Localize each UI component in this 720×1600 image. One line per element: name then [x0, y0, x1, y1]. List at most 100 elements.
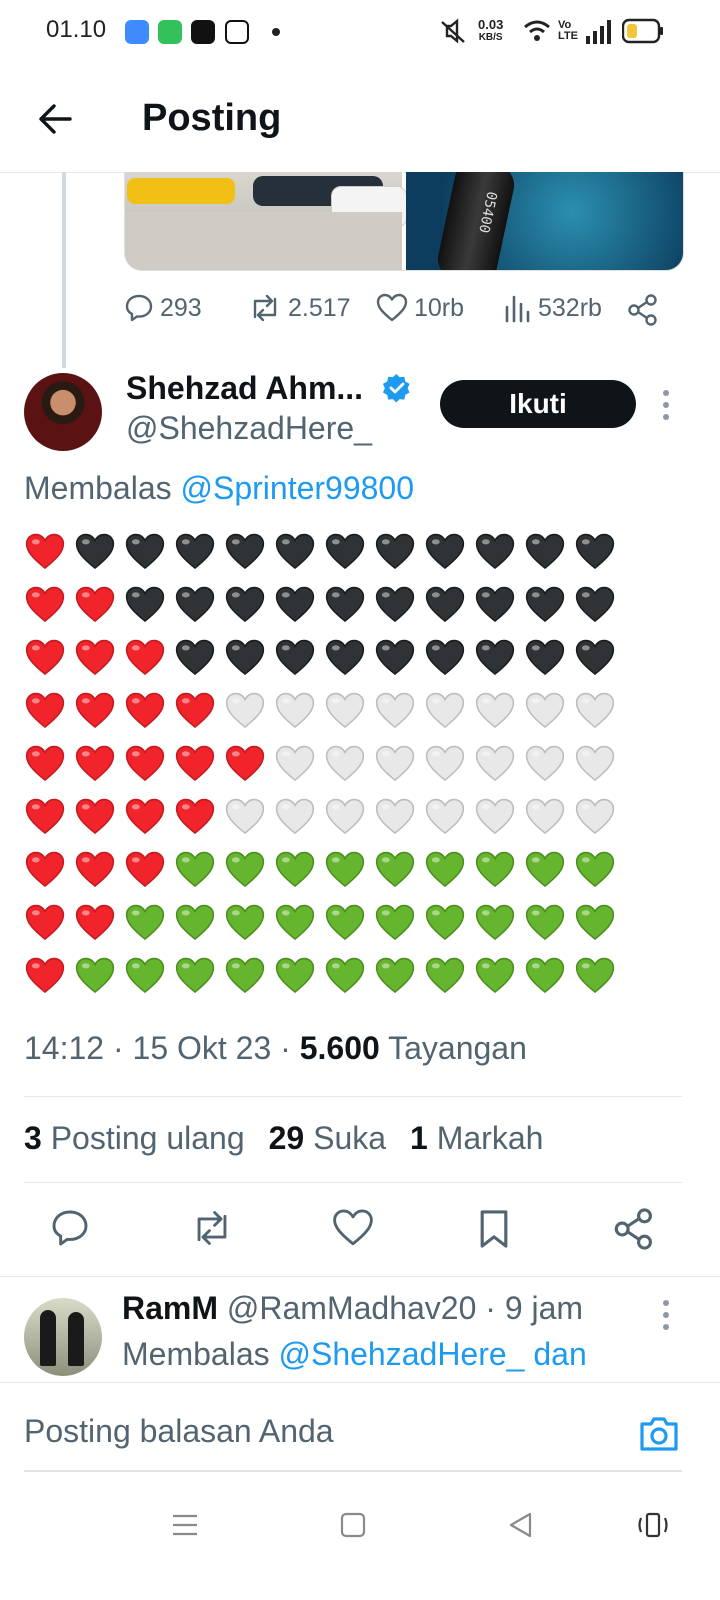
- reposts-label: Posting ulang: [50, 1120, 245, 1156]
- tweet-views-label: Tayangan: [388, 1030, 527, 1066]
- tweet-time[interactable]: 14:12: [24, 1030, 104, 1066]
- black-heart-icon: [425, 639, 465, 676]
- red-heart-icon: [25, 745, 65, 782]
- battery-icon: [622, 18, 663, 44]
- engagement-counts: 3 Posting ulang 29 Suka 1 Markah: [24, 1120, 543, 1157]
- white-heart-icon: [225, 798, 265, 835]
- back-arrow-icon[interactable]: [36, 100, 74, 138]
- black-heart-icon: [175, 639, 215, 676]
- bookmark-icon[interactable]: [476, 1208, 512, 1250]
- reply-author-name[interactable]: RamM: [122, 1290, 218, 1326]
- more-options-icon[interactable]: [656, 1298, 676, 1332]
- green-heart-icon: [375, 904, 415, 941]
- red-heart-icon: [25, 533, 65, 570]
- reposts-summary[interactable]: 3 Posting ulang: [24, 1120, 245, 1157]
- cable-photo[interactable]: 05400: [406, 172, 683, 270]
- reply-icon[interactable]: [50, 1208, 90, 1248]
- store-notification-icon: [158, 20, 182, 44]
- tweet-views-count: 5.600: [299, 1030, 380, 1066]
- white-heart-icon: [575, 745, 615, 782]
- camera-icon[interactable]: [638, 1414, 680, 1454]
- white-heart-icon: [325, 692, 365, 729]
- author-avatar[interactable]: [24, 373, 102, 451]
- repost-icon: [253, 294, 277, 322]
- black-heart-icon: [575, 533, 615, 570]
- author-handle[interactable]: @ShehzadHere_: [126, 410, 372, 447]
- red-heart-icon: [125, 851, 165, 888]
- black-heart-icon: [525, 639, 565, 676]
- author-name[interactable]: Shehzad Ahm...: [126, 370, 363, 407]
- replying-to-label: Membalas: [24, 470, 172, 506]
- divider: [0, 1276, 720, 1277]
- white-heart-icon: [425, 692, 465, 729]
- white-heart-icon: [225, 692, 265, 729]
- green-heart-icon: [125, 904, 165, 941]
- share-icon[interactable]: [628, 294, 658, 326]
- black-heart-icon: [325, 639, 365, 676]
- bookmarks-label: Markah: [436, 1120, 544, 1156]
- meta-separator: ·: [485, 1290, 496, 1326]
- menu-icon[interactable]: [172, 1514, 198, 1536]
- heart-row: [24, 689, 644, 742]
- black-heart-icon: [475, 533, 515, 570]
- repost-count-button[interactable]: 2.517: [248, 293, 351, 323]
- repost-icon[interactable]: [190, 1208, 234, 1248]
- red-heart-icon: [125, 798, 165, 835]
- reply-header[interactable]: RamM @RamMadhav20 · 9 jam: [122, 1290, 583, 1327]
- green-heart-icon: [175, 957, 215, 994]
- network-speed-unit: KB/S: [478, 32, 503, 43]
- green-heart-icon: [325, 957, 365, 994]
- white-heart-icon: [475, 745, 515, 782]
- red-heart-icon: [25, 904, 65, 941]
- share-icon[interactable]: [614, 1208, 654, 1250]
- red-heart-icon: [75, 586, 115, 623]
- volte-icon: Vo LTE: [558, 19, 578, 42]
- back-icon[interactable]: [508, 1512, 534, 1538]
- black-heart-icon: [175, 586, 215, 623]
- black-heart-icon: [375, 533, 415, 570]
- replying-to-link[interactable]: @ShehzadHere_ dan: [279, 1336, 587, 1372]
- tweet-heart-emoji-body: [24, 530, 644, 1007]
- divider: [24, 1182, 682, 1183]
- like-icon[interactable]: [332, 1208, 374, 1248]
- view-count-button[interactable]: 532rb: [504, 293, 602, 323]
- street-photo[interactable]: [125, 172, 407, 270]
- like-count-button[interactable]: 10rb: [376, 293, 464, 323]
- status-time: 01.10: [46, 16, 107, 43]
- views-chart-icon: [505, 295, 530, 323]
- home-icon[interactable]: [340, 1512, 366, 1538]
- bookmarks-summary[interactable]: 1 Markah: [410, 1120, 543, 1157]
- follow-button[interactable]: Ikuti: [440, 380, 636, 428]
- white-heart-icon: [375, 745, 415, 782]
- green-heart-icon: [375, 957, 415, 994]
- reposts-count: 3: [24, 1120, 42, 1156]
- red-heart-icon: [175, 692, 215, 729]
- reply-author-handle[interactable]: @RamMadhav20: [227, 1290, 476, 1326]
- white-heart-icon: [275, 692, 315, 729]
- green-heart-icon: [575, 957, 615, 994]
- replying-to-label: Membalas: [122, 1336, 270, 1372]
- wifi-icon: [524, 20, 550, 41]
- reply-compose-input[interactable]: Posting balasan Anda: [24, 1413, 334, 1450]
- red-heart-icon: [75, 904, 115, 941]
- red-heart-icon: [225, 745, 265, 782]
- black-heart-icon: [525, 533, 565, 570]
- white-heart-icon: [375, 798, 415, 835]
- black-heart-icon: [225, 639, 265, 676]
- parent-tweet-media[interactable]: 05400: [124, 172, 684, 271]
- signal-icon: [586, 20, 611, 44]
- more-options-icon[interactable]: [656, 388, 676, 422]
- white-heart-icon: [425, 798, 465, 835]
- reply-count-button[interactable]: 293: [124, 293, 202, 323]
- green-heart-icon: [275, 851, 315, 888]
- white-heart-icon: [575, 692, 615, 729]
- red-heart-icon: [25, 586, 65, 623]
- rotate-screen-icon[interactable]: [636, 1512, 670, 1538]
- black-heart-icon: [475, 639, 515, 676]
- reply-author-avatar[interactable]: [24, 1298, 102, 1376]
- tweet-date[interactable]: 15 Okt 23: [133, 1030, 272, 1066]
- likes-summary[interactable]: 29 Suka: [269, 1120, 386, 1157]
- likes-count: 29: [268, 1120, 305, 1156]
- replying-to-link[interactable]: @Sprinter99800: [181, 470, 415, 506]
- green-heart-icon: [225, 957, 265, 994]
